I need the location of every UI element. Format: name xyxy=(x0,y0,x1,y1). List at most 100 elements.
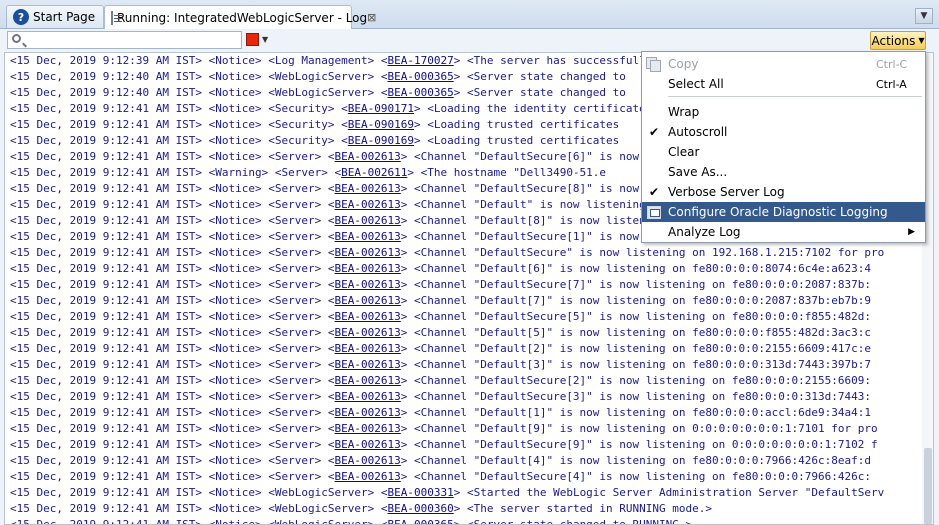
menu-item-select-all[interactable]: Select All Ctrl-A xyxy=(642,74,925,94)
message-id-link[interactable]: BEA-002613 xyxy=(335,230,401,243)
help-icon: ? xyxy=(13,9,29,25)
search-field[interactable] xyxy=(7,31,242,49)
tab-server-log[interactable]: Running: IntegratedWebLogicServer - Log … xyxy=(104,5,376,29)
log-line-prefix: <15 Dec, 2019 9:12:41 AM IST> <Notice> <… xyxy=(10,182,335,195)
menu-item-label: Select All xyxy=(668,77,724,91)
message-id-link[interactable]: BEA-000360 xyxy=(388,502,454,515)
message-id-link[interactable]: BEA-002613 xyxy=(335,342,401,355)
log-line-message: > <Channel "Default[8]" is now listening xyxy=(400,214,666,227)
message-id-link[interactable]: BEA-002613 xyxy=(335,406,401,419)
checkmark-icon: ✔ xyxy=(649,125,660,139)
scrollbar-thumb[interactable] xyxy=(924,448,932,524)
message-id-link[interactable]: BEA-002613 xyxy=(335,150,401,163)
actions-label: Actions xyxy=(871,33,916,48)
checkmark-icon: ✔ xyxy=(649,185,660,199)
log-line-prefix: <15 Dec, 2019 9:12:40 AM IST> <Notice> <… xyxy=(10,86,388,99)
message-id-link[interactable]: BEA-002613 xyxy=(335,278,401,291)
message-id-link[interactable]: BEA-002613 xyxy=(335,470,401,483)
log-line-message: > <Loading the identity certificate xyxy=(414,102,646,115)
message-id-link[interactable]: BEA-002613 xyxy=(335,438,401,451)
log-line: <15 Dec, 2019 9:12:41 AM IST> <Notice> <… xyxy=(5,325,933,341)
menu-item-wrap[interactable]: Wrap xyxy=(642,102,925,122)
menu-item-label: Analyze Log xyxy=(668,225,741,239)
log-line: <15 Dec, 2019 9:12:41 AM IST> <Notice> <… xyxy=(5,405,933,421)
log-line: <15 Dec, 2019 9:12:41 AM IST> <Notice> <… xyxy=(5,501,933,517)
log-line-prefix: <15 Dec, 2019 9:12:41 AM IST> <Warning> … xyxy=(10,166,342,179)
log-line-prefix: <15 Dec, 2019 9:12:41 AM IST> <Notice> <… xyxy=(10,486,388,499)
message-id-link[interactable]: BEA-002613 xyxy=(335,358,401,371)
submenu-arrow-icon: ▶ xyxy=(908,227,915,237)
menu-item-label: Verbose Server Log xyxy=(668,185,785,199)
log-line-prefix: <15 Dec, 2019 9:12:40 AM IST> <Notice> <… xyxy=(10,70,388,83)
tab-label: Start Page xyxy=(33,10,96,24)
log-line-prefix: <15 Dec, 2019 9:12:41 AM IST> <Notice> <… xyxy=(10,294,335,307)
message-id-link[interactable]: BEA-002613 xyxy=(335,294,401,307)
chevron-down-icon[interactable]: ▼ xyxy=(262,35,268,44)
log-icon xyxy=(111,10,122,25)
message-id-link[interactable]: BEA-002613 xyxy=(335,198,401,211)
terminate-button[interactable]: ▼ xyxy=(246,33,268,46)
log-line: <15 Dec, 2019 9:12:41 AM IST> <Notice> <… xyxy=(5,309,933,325)
menu-item-save-as[interactable]: Save As... xyxy=(642,162,925,182)
message-id-link[interactable]: BEA-002613 xyxy=(335,182,401,195)
message-id-link[interactable]: BEA-090171 xyxy=(348,102,414,115)
log-line-message: > <Channel "DefaultSecure[8]" is now xyxy=(400,182,640,195)
log-line-message: > <Channel "Default[5]" is now listening… xyxy=(400,326,871,339)
log-line-prefix: <15 Dec, 2019 9:12:41 AM IST> <Notice> <… xyxy=(10,390,335,403)
log-line: <15 Dec, 2019 9:12:41 AM IST> <Notice> <… xyxy=(5,341,933,357)
log-line-prefix: <15 Dec, 2019 9:12:41 AM IST> <Notice> <… xyxy=(10,310,335,323)
log-line: <15 Dec, 2019 9:12:41 AM IST> <Notice> <… xyxy=(5,485,933,501)
log-line-prefix: <15 Dec, 2019 9:12:41 AM IST> <Notice> <… xyxy=(10,518,388,525)
log-line-message: > <Channel "Default[2]" is now listening… xyxy=(400,342,871,355)
message-id-link[interactable]: BEA-090169 xyxy=(348,118,414,131)
tab-start-page[interactable]: ? Start Page xyxy=(6,5,104,28)
message-id-link[interactable]: BEA-000365 xyxy=(388,86,454,99)
tab-label: Running: IntegratedWebLogicServer - Log xyxy=(117,10,368,25)
log-line-message: > <Server state changed to xyxy=(453,70,626,83)
log-line-prefix: <15 Dec, 2019 9:12:41 AM IST> <Notice> <… xyxy=(10,502,388,515)
message-id-link[interactable]: BEA-002613 xyxy=(335,214,401,227)
log-line: <15 Dec, 2019 9:12:41 AM IST> <Notice> <… xyxy=(5,453,933,469)
message-id-link[interactable]: BEA-000365 xyxy=(388,70,454,83)
log-line-prefix: <15 Dec, 2019 9:12:41 AM IST> <Notice> <… xyxy=(10,214,335,227)
menu-item-copy[interactable]: Copy Ctrl-C xyxy=(642,54,925,74)
message-id-link[interactable]: BEA-002613 xyxy=(335,262,401,275)
search-icon xyxy=(12,34,21,43)
log-line-prefix: <15 Dec, 2019 9:12:41 AM IST> <Notice> <… xyxy=(10,358,335,371)
log-line: <15 Dec, 2019 9:12:41 AM IST> <Notice> <… xyxy=(5,517,933,525)
log-line-message: > <Loading trusted certificates xyxy=(414,134,620,147)
log-line-prefix: <15 Dec, 2019 9:12:41 AM IST> <Notice> <… xyxy=(10,326,335,339)
menu-item-shortcut: Ctrl-A xyxy=(876,77,907,91)
menu-item-autoscroll[interactable]: ✔ Autoscroll xyxy=(642,122,925,142)
log-line-prefix: <15 Dec, 2019 9:12:41 AM IST> <Notice> <… xyxy=(10,246,335,259)
menu-item-verbose-server-log[interactable]: ✔ Verbose Server Log xyxy=(642,182,925,202)
tab-list-dropdown-button[interactable]: ▼ xyxy=(915,8,933,24)
log-line-message: > <Started the WebLogic Server Administr… xyxy=(453,486,885,499)
message-id-link[interactable]: BEA-002613 xyxy=(335,422,401,435)
menu-item-clear[interactable]: Clear xyxy=(642,142,925,162)
menu-item-configure-odl[interactable]: Configure Oracle Diagnostic Logging xyxy=(642,202,925,222)
menu-item-label: Save As... xyxy=(668,165,728,179)
log-line-prefix: <15 Dec, 2019 9:12:41 AM IST> <Notice> <… xyxy=(10,454,335,467)
log-line-message: > <Channel "DefaultSecure[7]" is now lis… xyxy=(400,278,871,291)
log-line-message: > <Channel "Default[3]" is now listening… xyxy=(400,358,871,371)
message-id-link[interactable]: BEA-002613 xyxy=(335,246,401,259)
message-id-link[interactable]: BEA-002613 xyxy=(335,326,401,339)
actions-button[interactable]: Actions ▼ xyxy=(870,31,926,50)
message-id-link[interactable]: BEA-002613 xyxy=(335,310,401,323)
message-id-link[interactable]: BEA-002613 xyxy=(335,390,401,403)
log-line: <15 Dec, 2019 9:12:41 AM IST> <Notice> <… xyxy=(5,357,933,373)
message-id-link[interactable]: BEA-002611 xyxy=(341,166,407,179)
message-id-link[interactable]: BEA-170027 xyxy=(388,54,454,67)
log-toolbar: ▼ Actions ▼ xyxy=(0,29,939,51)
menu-item-analyze-log[interactable]: Analyze Log ▶ xyxy=(642,222,925,242)
close-tab-icon[interactable]: ⊠ xyxy=(367,11,376,24)
message-id-link[interactable]: BEA-090169 xyxy=(348,134,414,147)
message-id-link[interactable]: BEA-000365 xyxy=(388,518,454,524)
menu-item-label: Wrap xyxy=(668,105,700,119)
log-line-prefix: <15 Dec, 2019 9:12:41 AM IST> <Notice> <… xyxy=(10,134,348,147)
message-id-link[interactable]: BEA-002613 xyxy=(335,374,401,387)
chevron-down-icon: ▼ xyxy=(920,11,928,21)
message-id-link[interactable]: BEA-002613 xyxy=(335,454,401,467)
message-id-link[interactable]: BEA-000331 xyxy=(388,486,454,499)
